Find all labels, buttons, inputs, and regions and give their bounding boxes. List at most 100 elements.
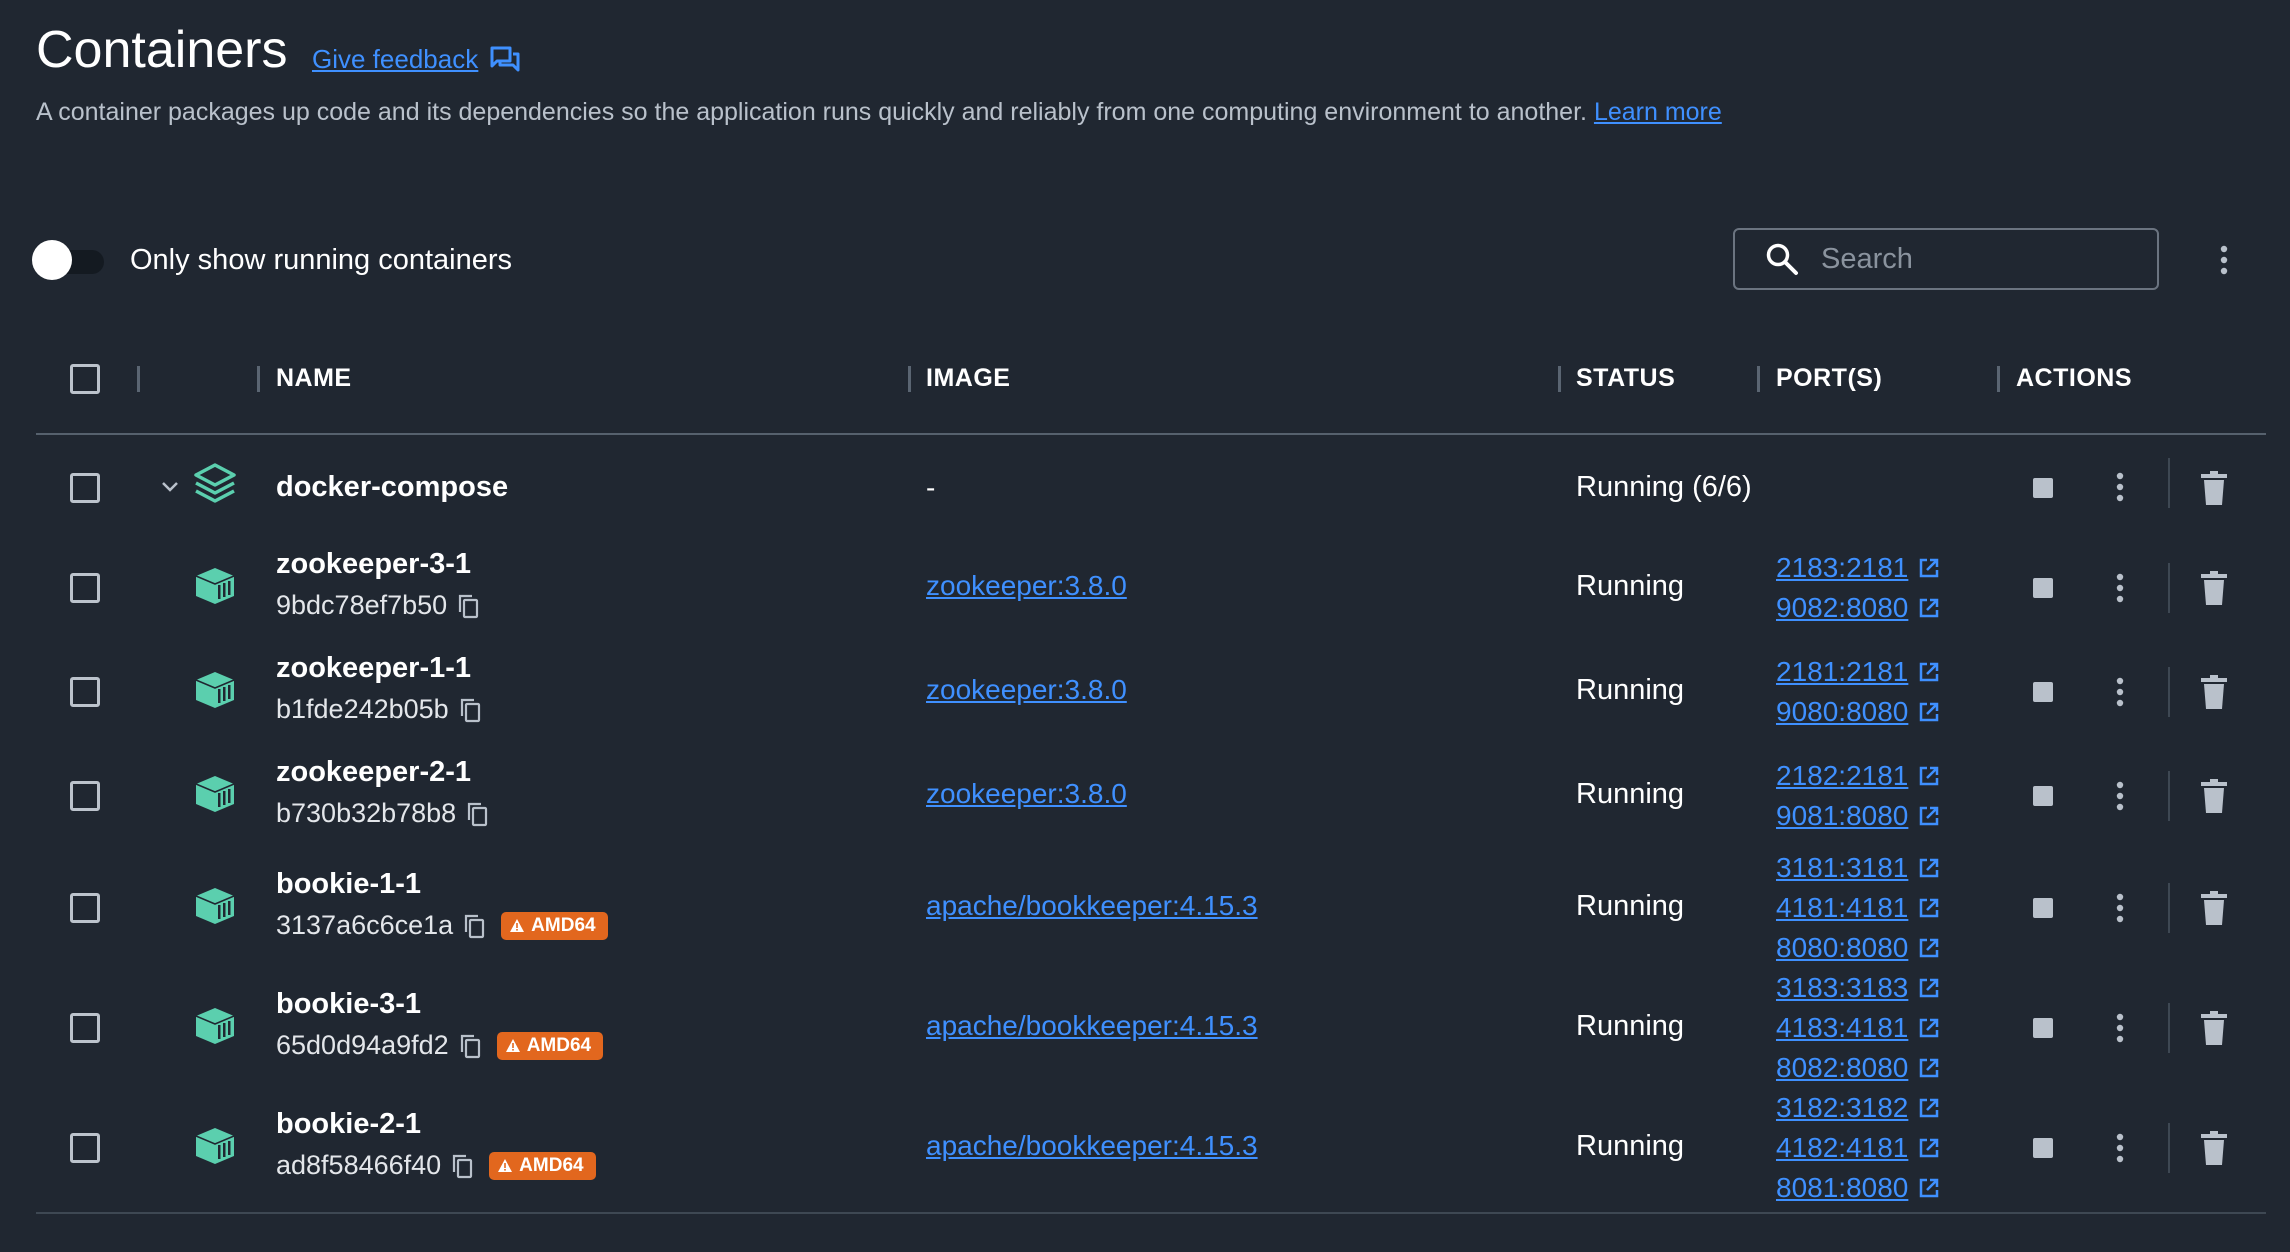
- container-name[interactable]: bookie-3-1: [276, 988, 421, 1021]
- port-link[interactable]: 9082:8080: [1776, 588, 1940, 628]
- port-link[interactable]: 4182:4181: [1776, 1128, 1940, 1168]
- port-link[interactable]: 4183:4181: [1776, 1008, 1940, 1048]
- table-bottom-divider: [36, 1212, 2266, 1214]
- port-link[interactable]: 8080:8080: [1776, 928, 1940, 968]
- port-link[interactable]: 3182:3182: [1776, 1088, 1940, 1128]
- chevron-down-icon[interactable]: [160, 480, 180, 494]
- more-options-icon[interactable]: [2114, 1012, 2126, 1044]
- trash-icon[interactable]: [2200, 779, 2228, 813]
- more-options-icon[interactable]: [2218, 244, 2230, 276]
- port-mapping: 3183:3183: [1776, 972, 1909, 1003]
- trash-icon[interactable]: [2200, 471, 2228, 505]
- container-name[interactable]: zookeeper-1-1: [276, 652, 471, 685]
- stop-icon[interactable]: [2032, 785, 2054, 807]
- table-row[interactable]: bookie-3-1 65d0d94a9fd2 AMD64 apache/bookke…: [0, 968, 2290, 1088]
- column-header-image[interactable]: IMAGE: [926, 364, 1010, 393]
- status-text: Running: [1576, 890, 1685, 922]
- column-header-ports[interactable]: PORT(S): [1776, 364, 1882, 393]
- external-link-icon: [1920, 702, 1939, 722]
- table-row[interactable]: zookeeper-1-1 b1fde242b05b zookeeper:3.8.0…: [0, 640, 2290, 744]
- row-checkbox[interactable]: [70, 573, 100, 603]
- stop-icon[interactable]: [2032, 477, 2054, 499]
- container-name[interactable]: bookie-2-1: [276, 1108, 421, 1141]
- more-options-icon[interactable]: [2114, 892, 2126, 924]
- table-row[interactable]: zookeeper-2-1 b730b32b78b8 zookeeper:3.8.0…: [0, 744, 2290, 848]
- table-row[interactable]: zookeeper-3-1 9bdc78ef7b50 zookeeper:3.8.0…: [0, 536, 2290, 640]
- running-only-toggle[interactable]: [32, 240, 106, 280]
- group-row[interactable]: docker-compose - Running (6/6): [0, 440, 2290, 536]
- give-feedback-link[interactable]: Give feedback: [312, 44, 520, 75]
- table-row[interactable]: bookie-1-1 3137a6c6ce1a AMD64 apache/bookke…: [0, 848, 2290, 968]
- actions-divider: [2168, 563, 2170, 613]
- copy-icon[interactable]: [463, 913, 485, 939]
- copy-icon[interactable]: [459, 1033, 481, 1059]
- status-text: Running: [1576, 674, 1685, 706]
- row-checkbox[interactable]: [70, 1133, 100, 1163]
- container-id: ad8f58466f40: [276, 1150, 442, 1180]
- image-link[interactable]: zookeeper:3.8.0: [926, 674, 1127, 706]
- copy-icon[interactable]: [466, 801, 488, 827]
- warning-icon: [505, 1039, 520, 1052]
- port-link[interactable]: 8082:8080: [1776, 1048, 1940, 1088]
- column-separator: [1997, 366, 2000, 392]
- more-options-icon[interactable]: [2114, 780, 2126, 812]
- search-input[interactable]: [1819, 241, 2123, 277]
- trash-icon[interactable]: [2200, 571, 2228, 605]
- container-name[interactable]: zookeeper-3-1: [276, 548, 471, 581]
- port-link[interactable]: 4181:4181: [1776, 888, 1940, 928]
- port-mapping: 4182:4181: [1776, 1132, 1909, 1163]
- copy-icon[interactable]: [451, 1153, 473, 1179]
- image-link[interactable]: apache/bookkeeper:4.15.3: [926, 1130, 1258, 1162]
- stop-icon[interactable]: [2032, 1017, 2054, 1039]
- image-link[interactable]: zookeeper:3.8.0: [926, 570, 1127, 602]
- group-name[interactable]: docker-compose: [276, 471, 508, 504]
- trash-icon[interactable]: [2200, 675, 2228, 709]
- port-link[interactable]: 3183:3183: [1776, 968, 1940, 1008]
- more-options-icon[interactable]: [2114, 676, 2126, 708]
- port-mapping: 2181:2181: [1776, 656, 1909, 687]
- port-link[interactable]: 2182:2181: [1776, 756, 1940, 796]
- more-options-icon[interactable]: [2114, 572, 2126, 604]
- stop-icon[interactable]: [2032, 681, 2054, 703]
- image-link[interactable]: apache/bookkeeper:4.15.3: [926, 1010, 1258, 1042]
- select-all-checkbox[interactable]: [70, 364, 100, 394]
- trash-icon[interactable]: [2200, 1131, 2228, 1165]
- image-link[interactable]: zookeeper:3.8.0: [926, 778, 1127, 810]
- learn-more-link[interactable]: Learn more: [1594, 98, 1722, 126]
- more-options-icon[interactable]: [2114, 471, 2126, 503]
- external-link-icon: [1920, 898, 1939, 918]
- stop-icon[interactable]: [2032, 577, 2054, 599]
- container-name[interactable]: bookie-1-1: [276, 868, 421, 901]
- ports-list: 3183:3183 4183:4181 8082:8080: [1776, 968, 1940, 1088]
- table-row[interactable]: bookie-2-1 ad8f58466f40 AMD64 apache/bookke…: [0, 1088, 2290, 1208]
- column-separator: [1757, 366, 1760, 392]
- container-name[interactable]: zookeeper-2-1: [276, 756, 471, 789]
- port-link[interactable]: 3181:3181: [1776, 848, 1940, 888]
- port-link[interactable]: 2183:2181: [1776, 548, 1940, 588]
- more-options-icon[interactable]: [2114, 1132, 2126, 1164]
- copy-icon[interactable]: [459, 697, 481, 723]
- ports-list: 2181:2181 9080:8080: [1776, 652, 1940, 732]
- column-separator: [908, 366, 911, 392]
- stop-icon[interactable]: [2032, 1137, 2054, 1159]
- port-link[interactable]: 2181:2181: [1776, 652, 1940, 692]
- column-header-status[interactable]: STATUS: [1576, 364, 1675, 393]
- row-checkbox[interactable]: [70, 1013, 100, 1043]
- trash-icon[interactable]: [2200, 1011, 2228, 1045]
- row-checkbox[interactable]: [70, 781, 100, 811]
- search-box[interactable]: [1733, 228, 2159, 290]
- row-checkbox[interactable]: [70, 677, 100, 707]
- stop-icon[interactable]: [2032, 897, 2054, 919]
- port-link[interactable]: 8081:8080: [1776, 1168, 1940, 1208]
- column-header-name[interactable]: NAME: [276, 364, 352, 393]
- port-link[interactable]: 9081:8080: [1776, 796, 1940, 836]
- port-link[interactable]: 9080:8080: [1776, 692, 1940, 732]
- external-link-icon: [1920, 1138, 1939, 1158]
- trash-icon[interactable]: [2200, 891, 2228, 925]
- image-link[interactable]: apache/bookkeeper:4.15.3: [926, 890, 1258, 922]
- row-checkbox[interactable]: [70, 473, 100, 503]
- column-separator: [1558, 366, 1561, 392]
- ports-list: 2183:2181 9082:8080: [1776, 548, 1940, 628]
- copy-icon[interactable]: [457, 593, 479, 619]
- row-checkbox[interactable]: [70, 893, 100, 923]
